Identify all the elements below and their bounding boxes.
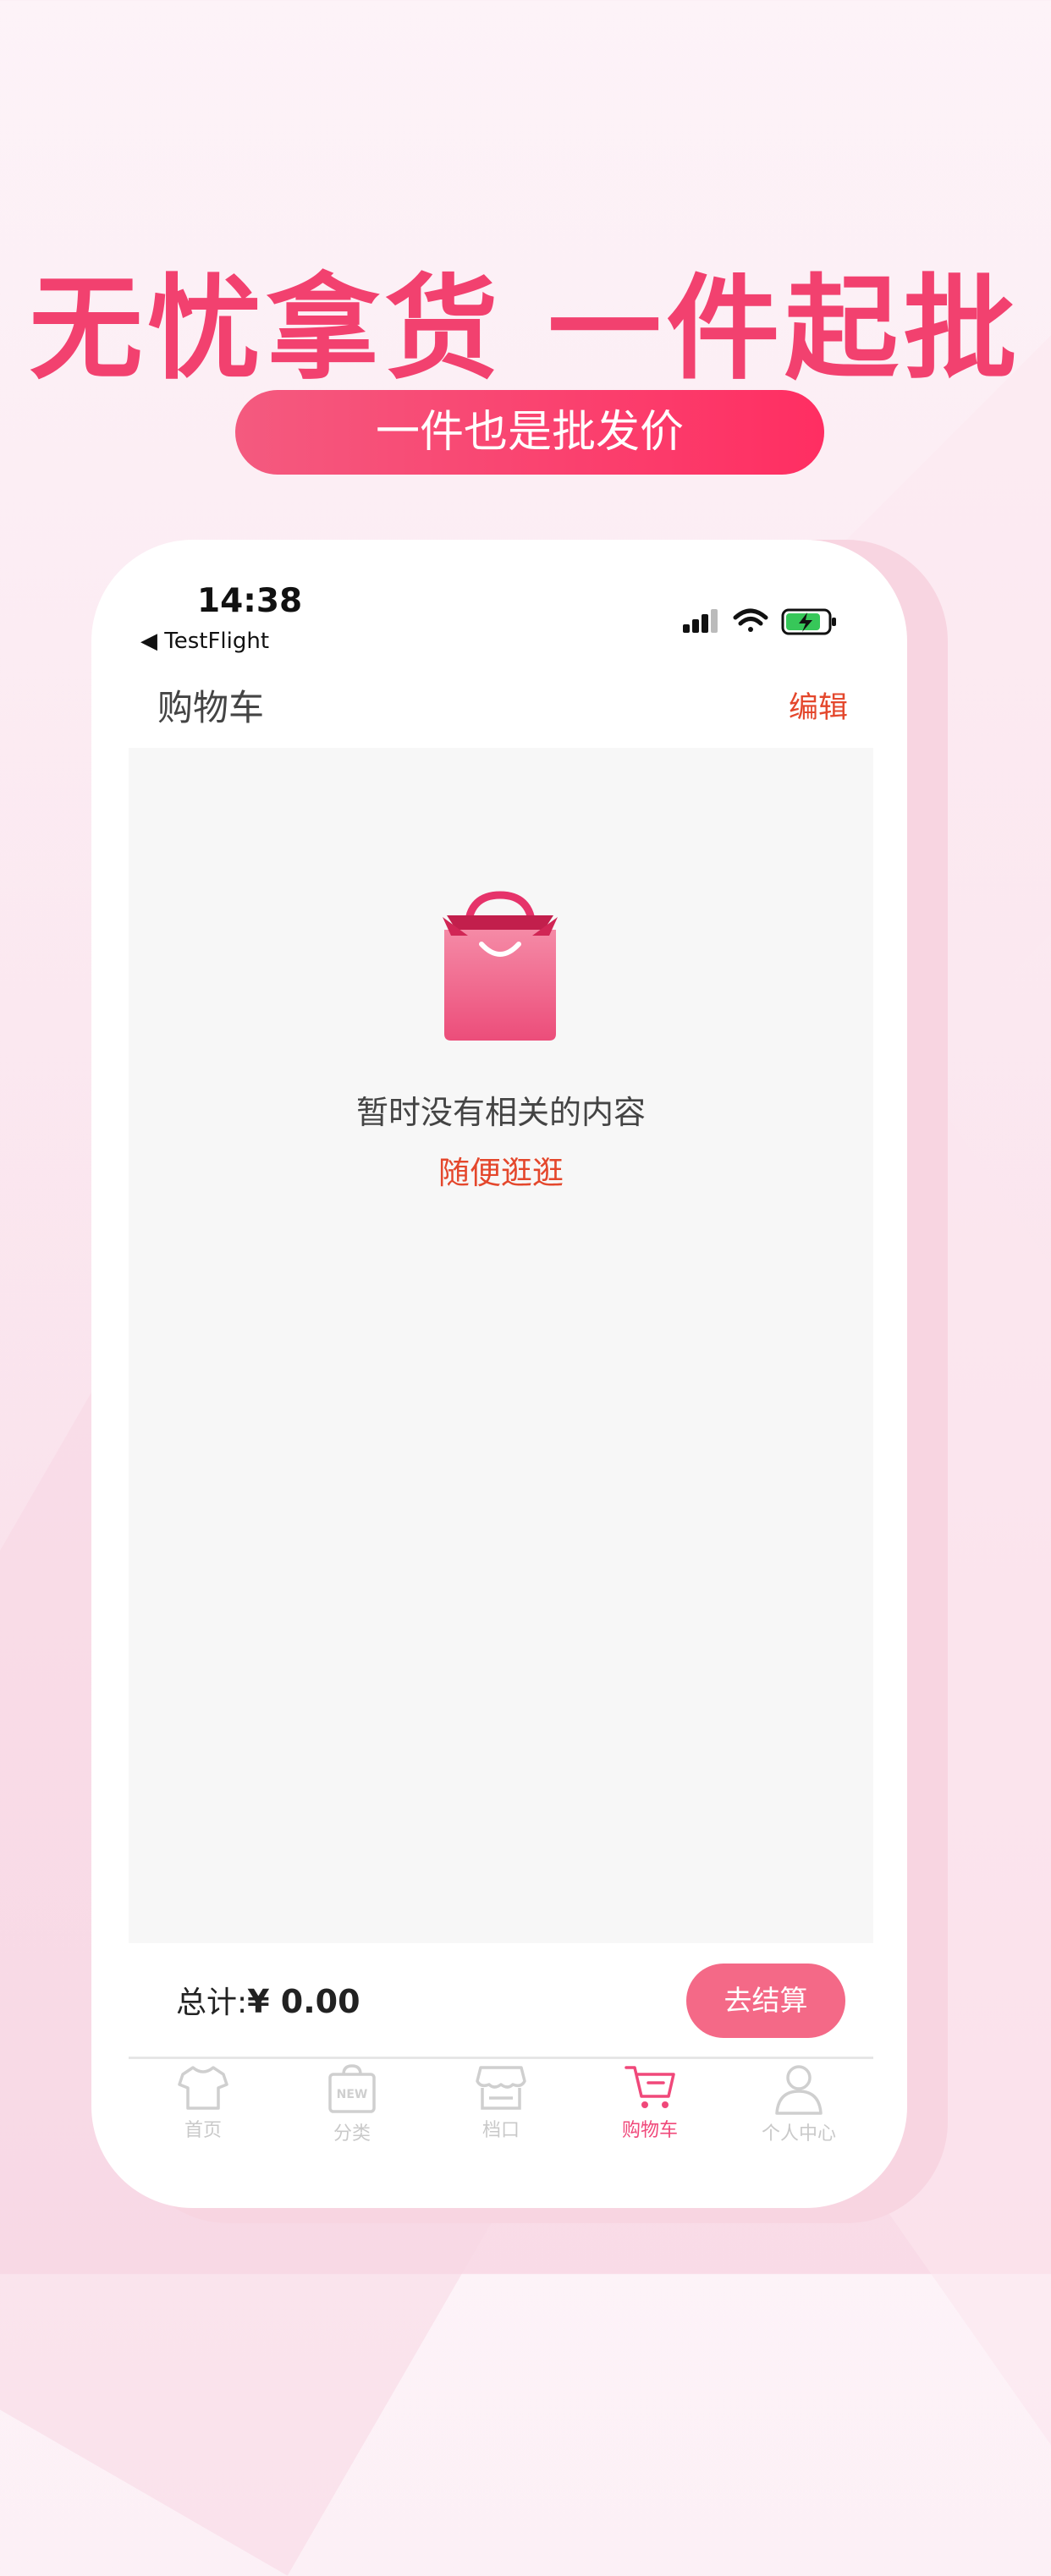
tabbar-divider — [129, 2057, 873, 2059]
tab-label: 首页 — [184, 2120, 222, 2141]
tab-label: 购物车 — [621, 2120, 678, 2141]
signal-icon — [683, 609, 718, 633]
tab-profile[interactable]: 个人中心 — [724, 2062, 873, 2156]
status-icons — [683, 608, 836, 635]
person-icon — [775, 2065, 823, 2115]
status-time: 14:38 — [197, 582, 303, 620]
cart-icon — [625, 2066, 675, 2108]
page-title: 购物车 — [157, 687, 265, 728]
tab-cart[interactable]: 购物车 — [575, 2062, 724, 2156]
checkout-button[interactable]: 去结算 — [686, 1964, 845, 2038]
browse-link[interactable]: 随便逛逛 — [129, 1147, 873, 1193]
testflight-back-link[interactable]: ◀ TestFlight — [140, 629, 269, 654]
total-value: ¥ 0.00 — [247, 1983, 360, 2020]
promo-subline-pill: 一件也是批发价 — [235, 390, 824, 475]
battery-charging-icon — [781, 608, 836, 635]
cart-content-area: 暂时没有相关的内容 随便逛逛 — [129, 748, 873, 1943]
shopping-bag-icon — [443, 891, 558, 1041]
promo-headline: 无忧拿货 一件起批 — [29, 263, 1022, 395]
tab-label: 分类 — [333, 2123, 371, 2145]
tab-label: 个人中心 — [761, 2123, 836, 2145]
total-label: 总计: — [176, 1986, 248, 2020]
svg-text:NEW: NEW — [337, 2088, 368, 2101]
tab-store[interactable]: 档口 — [426, 2062, 575, 2156]
tab-category[interactable]: NEW 分类 — [278, 2062, 426, 2156]
empty-message: 暂时没有相关的内容 — [355, 1094, 646, 1131]
tab-home[interactable]: 首页 — [129, 2062, 278, 2156]
total-summary: 总计:¥ 0.00 — [176, 1978, 360, 2022]
edit-button[interactable]: 编辑 — [789, 684, 848, 727]
wifi-icon — [733, 608, 768, 632]
store-icon — [476, 2066, 526, 2110]
tab-label: 档口 — [481, 2120, 520, 2141]
tab-bar: 首页 NEW 分类 档口 购物车 个人中心 — [129, 2062, 873, 2156]
phone-frame: 14:38 ◀ TestFlight 购物车 编辑 暂时没有相关的内容 随便逛逛… — [91, 540, 907, 2208]
tshirt-icon — [178, 2066, 228, 2110]
new-bag-icon: NEW — [328, 2064, 376, 2113]
